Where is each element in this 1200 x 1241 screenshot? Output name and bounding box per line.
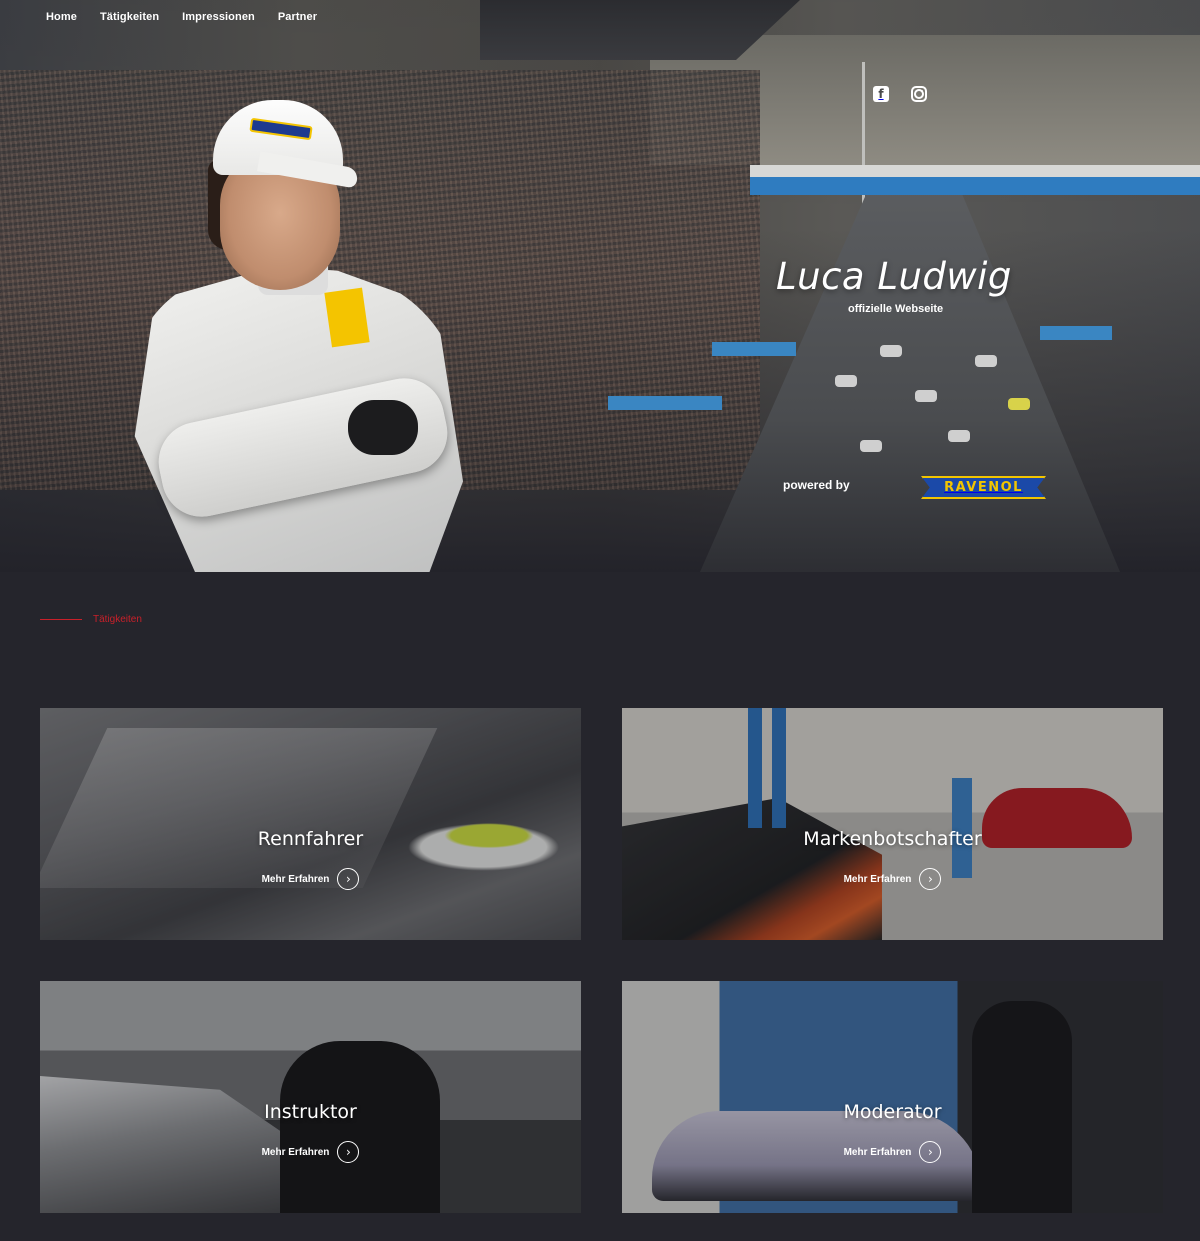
track-bridge — [750, 165, 1200, 195]
hero-subtitle: offizielle Webseite — [848, 303, 944, 315]
card-title: Rennfahrer — [257, 828, 364, 850]
card-overlay — [40, 708, 581, 940]
card-markenbotschafter[interactable]: Markenbotschafter Mehr Erfahren › — [622, 708, 1163, 940]
chevron-right-icon[interactable]: › — [919, 1141, 942, 1163]
track-banner — [1040, 326, 1112, 340]
card-cta[interactable]: Mehr Erfahren › — [40, 1141, 581, 1163]
track-banner — [712, 342, 796, 356]
race-car — [975, 355, 997, 367]
card-cta-label: Mehr Erfahren — [261, 1146, 330, 1158]
card-moderator[interactable]: Moderator Mehr Erfahren › — [622, 981, 1163, 1213]
nav-taetigkeiten[interactable]: Tätigkeiten — [100, 11, 159, 23]
card-title: Markenbotschafter — [803, 828, 982, 850]
powered-by-label: powered by — [783, 478, 850, 492]
nav-impressionen[interactable]: Impressionen — [182, 11, 255, 23]
section-divider — [40, 619, 82, 620]
chevron-right-icon[interactable]: › — [919, 868, 942, 890]
card-title: Moderator — [843, 1101, 942, 1123]
facebook-glyph: f — [878, 87, 884, 101]
track-banner — [608, 396, 722, 410]
card-cta-label: Mehr Erfahren — [261, 873, 330, 885]
card-overlay — [622, 981, 1163, 1213]
nav-partner[interactable]: Partner — [278, 11, 317, 23]
card-instruktor[interactable]: Instruktor Mehr Erfahren › — [40, 981, 581, 1213]
card-overlay — [40, 981, 581, 1213]
instagram-icon[interactable] — [911, 86, 927, 102]
driver-photo — [128, 100, 463, 572]
card-overlay — [622, 708, 1163, 940]
card-cta[interactable]: Mehr Erfahren › — [40, 868, 581, 890]
chevron-right-icon[interactable]: › — [337, 1141, 360, 1163]
race-car — [860, 440, 882, 452]
main-nav: Home Tätigkeiten Impressionen Partner — [46, 11, 317, 23]
section-label: Tätigkeiten — [93, 614, 142, 625]
race-car — [880, 345, 902, 357]
card-cta-label: Mehr Erfahren — [843, 1146, 912, 1158]
sponsor-logo-text: RAVENOL — [944, 480, 1023, 495]
card-cta-label: Mehr Erfahren — [843, 873, 912, 885]
card-cta[interactable]: Mehr Erfahren › — [622, 1141, 1163, 1163]
card-cta[interactable]: Mehr Erfahren › — [622, 868, 1163, 890]
chevron-right-icon[interactable]: › — [337, 868, 360, 890]
race-track — [700, 190, 1120, 572]
hero-section: Home Tätigkeiten Impressionen Partner f … — [0, 0, 1200, 572]
facebook-icon[interactable]: f — [873, 86, 889, 102]
sponsor-logo[interactable]: RAVENOL — [921, 476, 1046, 499]
driver-glove — [348, 400, 418, 455]
race-car — [948, 430, 970, 442]
card-rennfahrer[interactable]: Rennfahrer Mehr Erfahren › — [40, 708, 581, 940]
hero-title: Luca Ludwig — [776, 255, 1012, 298]
nav-home[interactable]: Home — [46, 11, 77, 23]
sponsor-patch — [324, 287, 370, 348]
card-title: Instruktor — [264, 1101, 357, 1123]
race-car — [835, 375, 857, 387]
race-car — [915, 390, 937, 402]
race-car — [1008, 398, 1030, 410]
